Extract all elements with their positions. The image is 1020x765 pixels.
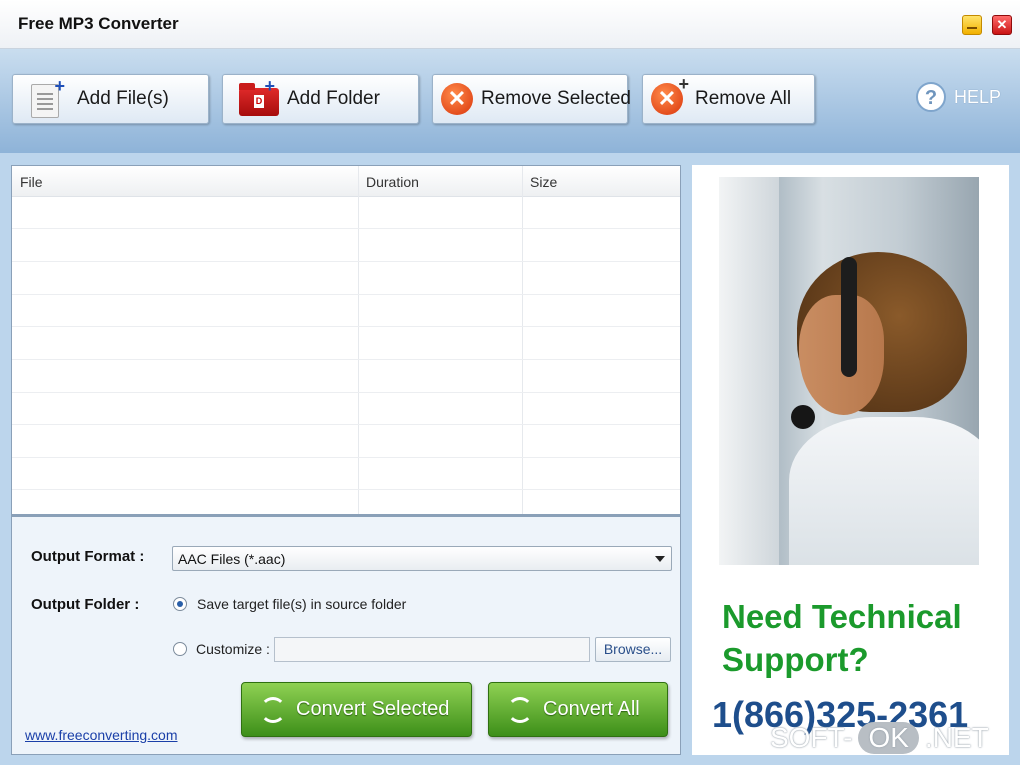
add-folder-button[interactable]: D + Add Folder [222, 74, 419, 124]
table-row [12, 392, 680, 393]
table-row [12, 228, 680, 229]
add-files-label: Add File(s) [77, 88, 169, 109]
column-file[interactable]: File [20, 174, 43, 190]
remove-all-icon: ✕ + [649, 74, 689, 118]
add-file-icon: + [27, 76, 65, 118]
table-row [12, 294, 680, 295]
chevron-down-icon [655, 556, 665, 562]
remove-selected-button[interactable]: ✕ Remove Selected [432, 74, 631, 124]
browse-button[interactable]: Browse... [595, 637, 671, 662]
close-icon: ✕ [996, 17, 1008, 32]
support-line-2: Support? [722, 641, 869, 678]
customize-path-input[interactable] [274, 637, 590, 662]
table-row [12, 457, 680, 458]
table-row [12, 261, 680, 262]
convert-all-button[interactable]: Convert All [488, 682, 668, 737]
title-bar: Free MP3 Converter ✕ [0, 0, 1020, 49]
table-row [12, 489, 680, 490]
remove-selected-label: Remove Selected [481, 88, 631, 109]
convert-all-label: Convert All [543, 698, 640, 720]
help-label: HELP [954, 86, 1002, 107]
table-row [12, 326, 680, 327]
remove-icon: ✕ [439, 80, 477, 118]
watermark-left: SOFT- [770, 722, 853, 753]
save-source-label[interactable]: Save target file(s) in source folder [197, 596, 406, 612]
column-duration[interactable]: Duration [366, 174, 419, 190]
column-divider [358, 166, 359, 514]
convert-selected-button[interactable]: Convert Selected [241, 682, 472, 737]
add-files-button[interactable]: + Add File(s) [12, 74, 209, 124]
watermark-mid: OK [858, 722, 919, 754]
refresh-icon [260, 696, 286, 723]
help-button[interactable]: ? HELP [916, 82, 1001, 112]
file-list[interactable]: File Duration Size [11, 165, 681, 515]
table-row [12, 424, 680, 425]
convert-selected-label: Convert Selected [296, 698, 450, 720]
output-folder-label: Output Folder : [31, 596, 140, 613]
table-row [12, 359, 680, 360]
customize-radio[interactable] [173, 642, 187, 656]
help-icon: ? [916, 82, 946, 112]
customize-label[interactable]: Customize : [196, 641, 270, 657]
file-list-header: File Duration Size [12, 166, 680, 197]
add-folder-label: Add Folder [287, 88, 380, 109]
output-format-select[interactable]: AAC Files (*.aac) [172, 546, 672, 571]
support-line-1: Need Technical [722, 598, 962, 635]
support-agent-photo [719, 177, 979, 565]
add-folder-icon: D + [237, 76, 279, 118]
watermark: SOFT- OK .NET [770, 722, 989, 754]
output-format-value: AAC Files (*.aac) [178, 551, 286, 567]
remove-all-label: Remove All [695, 88, 792, 109]
window-title: Free MP3 Converter [18, 14, 179, 33]
support-heading: Need Technical Support? [722, 595, 962, 681]
output-format-label: Output Format : [31, 548, 145, 565]
refresh-icon [507, 696, 533, 723]
website-link[interactable]: www.freeconverting.com [25, 727, 178, 743]
column-divider [522, 166, 523, 514]
remove-all-button[interactable]: ✕ + Remove All [642, 74, 815, 124]
column-size[interactable]: Size [530, 174, 557, 190]
watermark-right: .NET [924, 722, 989, 753]
save-source-radio[interactable] [173, 597, 187, 611]
close-button[interactable]: ✕ [992, 15, 1012, 35]
minimize-button[interactable] [962, 15, 982, 35]
toolbar: + Add File(s) D + Add Folder ✕ Remove Se… [0, 49, 1020, 153]
